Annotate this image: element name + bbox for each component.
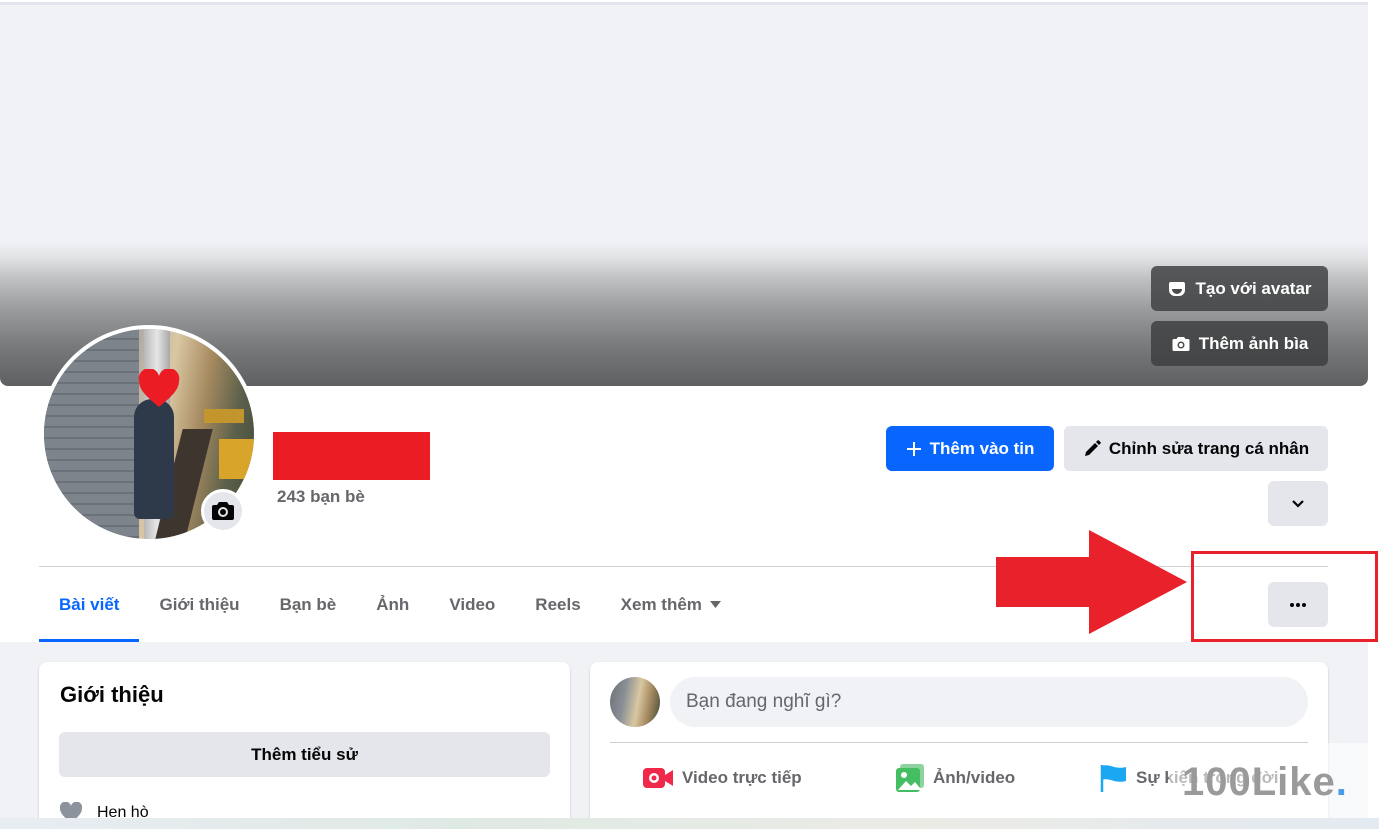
composer-avatar[interactable] — [610, 677, 660, 727]
edit-profile-button[interactable]: Chỉnh sửa trang cá nhân — [1064, 426, 1328, 471]
profile-tabs: Bài viết Giới thiệu Bạn bè Ảnh Video Ree… — [39, 567, 741, 642]
heart-sticker-icon — [138, 369, 180, 407]
facebook-profile-page: Tạo với avatar Thêm ảnh bìa 243 bạn bè T… — [0, 0, 1379, 829]
chevron-down-icon — [1292, 499, 1304, 508]
create-with-avatar-button[interactable]: Tạo với avatar — [1151, 266, 1328, 311]
friends-count[interactable]: 243 bạn bè — [277, 487, 365, 507]
whats-on-your-mind-input[interactable]: Bạn đang nghĩ gì? — [670, 677, 1308, 727]
tab-more[interactable]: Xem thêm — [601, 567, 741, 642]
add-to-story-button[interactable]: Thêm vào tin — [886, 426, 1054, 471]
camera-icon — [1172, 336, 1190, 351]
live-video-button[interactable]: Video trực tiếp — [642, 758, 802, 798]
flag-icon — [1100, 765, 1126, 792]
pencil-icon — [1084, 439, 1101, 456]
tab-friends[interactable]: Bạn bè — [260, 567, 357, 642]
scrollbar-track[interactable] — [1368, 0, 1379, 829]
add-bio-button[interactable]: Thêm tiểu sử — [59, 732, 550, 777]
tab-reels[interactable]: Reels — [515, 567, 600, 642]
add-cover-photo-label: Thêm ảnh bìa — [1198, 333, 1309, 353]
photo-video-button[interactable]: Ảnh/video — [895, 758, 1015, 798]
add-to-story-label: Thêm vào tin — [929, 438, 1035, 458]
add-cover-photo-button[interactable]: Thêm ảnh bìa — [1151, 321, 1328, 366]
tab-videos[interactable]: Video — [429, 567, 515, 642]
edit-profile-label: Chỉnh sửa trang cá nhân — [1108, 438, 1310, 458]
caret-down-icon — [709, 601, 721, 608]
profile-options-dropdown-button[interactable] — [1268, 481, 1328, 526]
avatar-icon — [1169, 281, 1186, 296]
create-with-avatar-label: Tạo với avatar — [1195, 278, 1312, 298]
profile-name-redacted — [273, 432, 430, 480]
annotation-arrow — [996, 530, 1187, 634]
taskbar-strip — [0, 818, 1379, 829]
annotation-highlight-box — [1191, 551, 1378, 642]
intro-title: Giới thiệu — [60, 682, 164, 707]
tab-about[interactable]: Giới thiệu — [139, 567, 259, 642]
camera-icon — [212, 502, 234, 520]
update-profile-picture-button[interactable] — [201, 489, 245, 533]
live-video-icon — [643, 768, 673, 788]
watermark-logo: 100Like. — [1182, 760, 1348, 804]
intro-card: Giới thiệu Thêm tiểu sử Hẹn hò — [39, 662, 570, 829]
tab-posts[interactable]: Bài viết — [39, 567, 140, 642]
plus-icon — [906, 441, 921, 456]
tab-photos[interactable]: Ảnh — [356, 567, 429, 642]
photo-icon — [896, 764, 924, 792]
